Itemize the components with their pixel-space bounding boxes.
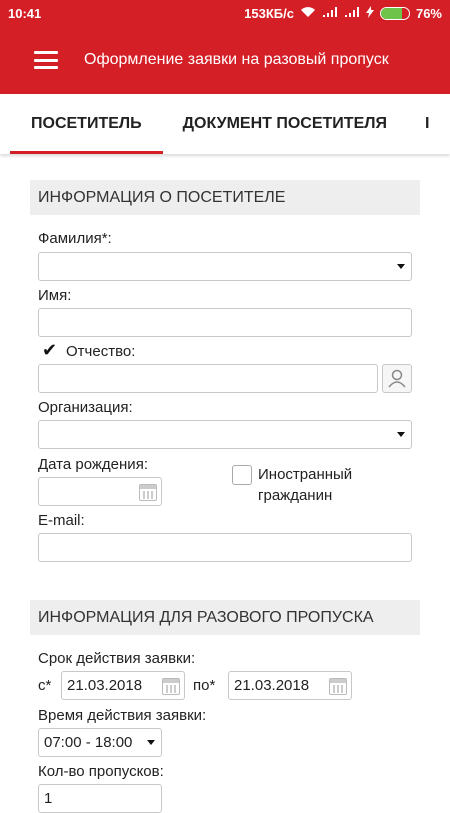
signal-icon (322, 6, 338, 21)
status-right: 153КБ/с 76% (244, 5, 442, 21)
foreign-citizen-label: Иностранный гражданин (258, 466, 353, 504)
chevron-down-icon (397, 432, 405, 437)
patronymic-label: Отчество: (66, 343, 136, 360)
signal-icon-2 (344, 6, 360, 21)
from-date-value: 21.03.2018 (67, 677, 143, 694)
calendar-icon[interactable] (162, 678, 180, 695)
tab-visitor[interactable]: ПОСЕТИТЕЛЬ (10, 94, 163, 154)
from-label: с* (38, 677, 52, 694)
user-lookup-button[interactable] (382, 364, 412, 393)
patronymic-checkbox[interactable]: ✔ (42, 340, 57, 361)
count-input[interactable]: 1 (38, 784, 162, 813)
app-bar: Оформление заявки на разовый пропуск (0, 26, 450, 94)
last-name-select[interactable] (38, 252, 412, 281)
tab-visitor-document[interactable]: ДОКУМЕНТ ПОСЕТИТЕЛЯ (173, 94, 397, 154)
count-label: Кол-во пропусков: (38, 763, 164, 780)
status-time: 10:41 (8, 5, 42, 21)
calendar-icon[interactable] (139, 484, 157, 501)
foreign-citizen-checkbox[interactable] (232, 465, 252, 485)
battery-percent: 76% (415, 5, 442, 21)
tab-bar: ПОСЕТИТЕЛЬ ДОКУМЕНТ ПОСЕТИТЕЛЯ I (0, 94, 450, 154)
calendar-icon[interactable] (329, 678, 347, 695)
page-title: Оформление заявки на разовый пропуск (84, 51, 389, 68)
user-icon (388, 369, 406, 388)
email-input[interactable] (38, 533, 412, 562)
visitor-section-header: ИНФОРМАЦИЯ О ПОСЕТИТЕЛЕ (30, 180, 420, 215)
tab-next[interactable]: I (415, 94, 439, 154)
charging-icon (365, 5, 374, 21)
tab-next-label: I (424, 115, 430, 132)
battery-icon (379, 6, 410, 20)
pass-section-header: ИНФОРМАЦИЯ ДЛЯ РАЗОВОГО ПРОПУСКА (30, 600, 420, 635)
status-bar: 10:41 153КБ/с 76% (0, 0, 450, 26)
network-speed: 153КБ/с (244, 5, 294, 21)
time-value: 07:00 - 18:00 (44, 734, 133, 751)
birth-date-label: Дата рождения: (38, 456, 148, 473)
first-name-label: Имя: (38, 287, 72, 304)
from-date-input[interactable]: 21.03.2018 (61, 671, 185, 700)
organization-select[interactable] (38, 420, 412, 449)
to-date-value: 21.03.2018 (234, 677, 310, 694)
chevron-down-icon (397, 264, 405, 269)
first-name-input[interactable] (38, 308, 412, 337)
hamburger-menu-icon[interactable] (34, 51, 58, 69)
chevron-down-icon (147, 740, 155, 745)
email-label: E-mail: (38, 512, 85, 529)
wifi-icon (300, 6, 316, 21)
organization-label: Организация: (38, 399, 133, 416)
to-date-input[interactable]: 21.03.2018 (228, 671, 352, 700)
time-select[interactable]: 07:00 - 18:00 (38, 728, 162, 757)
battery-fill (380, 7, 403, 19)
last-name-label: Фамилия*: (38, 230, 112, 247)
count-value: 1 (44, 790, 53, 807)
tab-visitor-label: ПОСЕТИТЕЛЬ (31, 115, 142, 132)
to-label: по* (193, 677, 216, 694)
validity-label: Срок действия заявки: (38, 650, 196, 667)
tab-visitor-document-label: ДОКУМЕНТ ПОСЕТИТЕЛЯ (182, 115, 387, 132)
patronymic-input[interactable] (38, 364, 378, 393)
birth-date-input[interactable] (38, 477, 162, 506)
time-label: Время действия заявки: (38, 707, 207, 724)
